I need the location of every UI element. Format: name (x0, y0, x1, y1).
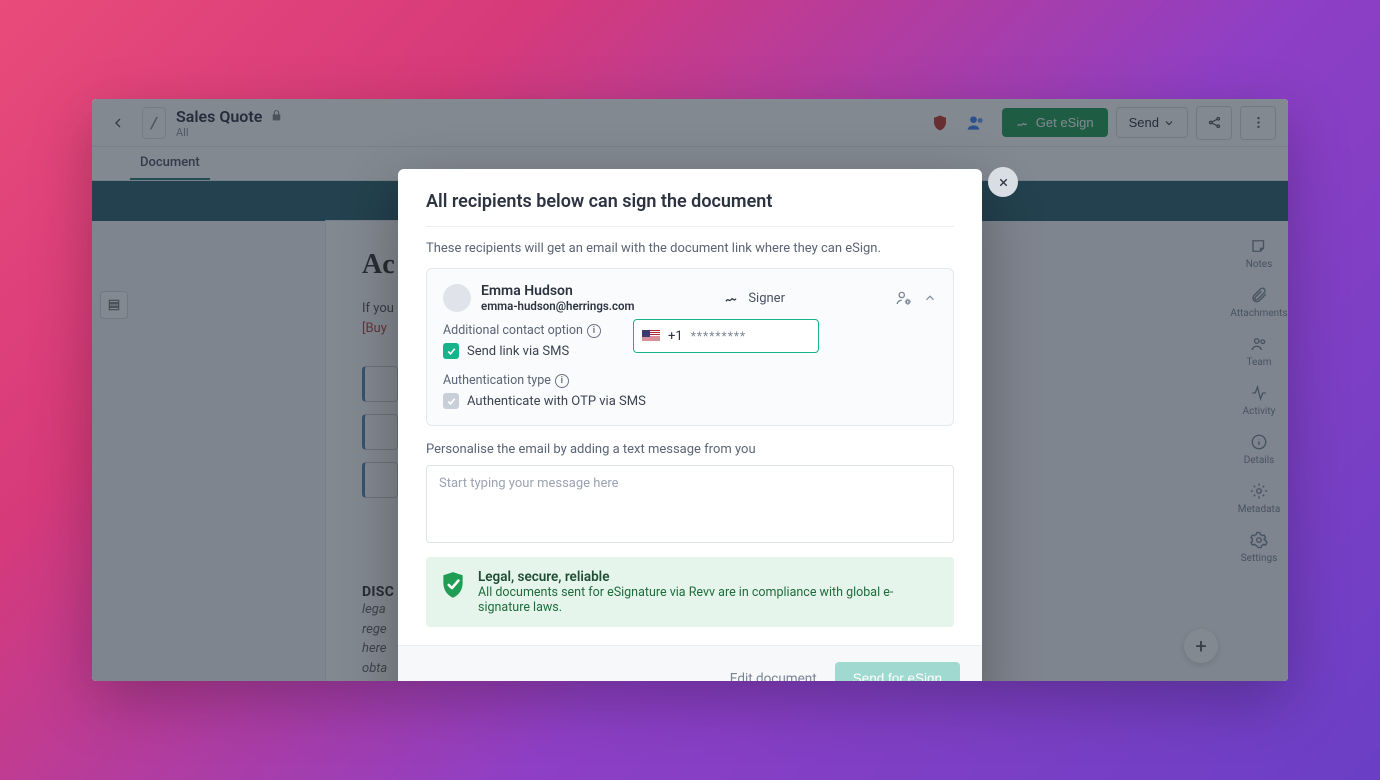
edit-document-button[interactable]: Edit document (730, 662, 817, 681)
send-sms-label: Send link via SMS (467, 344, 569, 359)
chevron-up-icon[interactable] (923, 291, 937, 305)
send-for-esign-button[interactable]: Send for eSign (835, 662, 960, 681)
legal-text: All documents sent for eSignature via Re… (478, 585, 940, 615)
legal-title: Legal, secure, reliable (478, 569, 940, 585)
phone-mask: ********* (691, 329, 747, 343)
contact-option-label: Additional contact option i (443, 323, 633, 338)
recipient-email: emma-hudson@herrings.com (481, 299, 635, 313)
flag-us-icon (642, 330, 660, 342)
auth-otp-label: Authenticate with OTP via SMS (467, 394, 646, 409)
modal-overlay: All recipients below can sign the docume… (92, 99, 1288, 681)
personalise-label: Personalise the email by adding a text m… (426, 442, 954, 457)
auth-otp-checkbox[interactable] (443, 393, 459, 409)
phone-input[interactable]: +1 ********* (633, 319, 819, 353)
shield-check-icon (440, 571, 466, 601)
esign-modal: All recipients below can sign the docume… (398, 169, 982, 681)
info-icon[interactable]: i (587, 324, 601, 338)
phone-prefix: +1 (668, 329, 683, 344)
send-sms-checkbox[interactable] (443, 343, 459, 359)
message-textarea[interactable]: Start typing your message here (426, 465, 954, 543)
role-label: Signer (748, 291, 785, 306)
modal-subtitle: These recipients will get an email with … (426, 227, 954, 268)
legal-notice: Legal, secure, reliable All documents se… (426, 557, 954, 627)
message-placeholder: Start typing your message here (439, 476, 619, 491)
modal-title: All recipients below can sign the docume… (426, 191, 954, 227)
avatar (443, 284, 471, 312)
app-window: / Sales Quote All Get eSign Send (92, 99, 1288, 681)
info-icon[interactable]: i (555, 374, 569, 388)
recipient-card: Emma Hudson emma-hudson@herrings.com Sig… (426, 268, 954, 426)
recipient-name: Emma Hudson (481, 283, 635, 299)
recipient-role: Signer (724, 290, 785, 306)
auth-type-label: Authentication type i (443, 373, 937, 388)
modal-footer: Edit document Send for eSign (398, 645, 982, 681)
user-settings-icon[interactable] (895, 289, 913, 307)
close-button[interactable] (988, 167, 1018, 197)
